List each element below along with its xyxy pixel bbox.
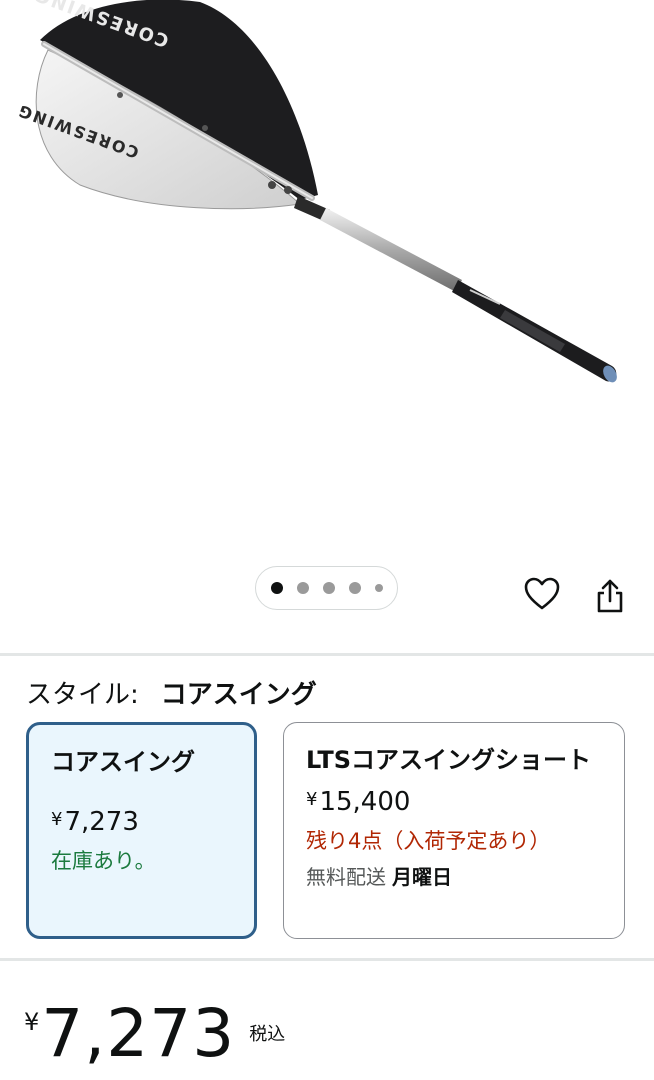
heart-icon xyxy=(524,577,560,610)
currency-symbol: ¥ xyxy=(306,789,318,810)
style-option-coreswing[interactable]: コアスイング ¥7,273 在庫あり。 xyxy=(26,722,257,939)
product-image[interactable]: CORESWING CORESWING xyxy=(0,0,654,560)
style-option-title: コアスイング xyxy=(51,748,195,776)
product-image-carousel[interactable]: CORESWING CORESWING xyxy=(0,0,654,640)
style-selector-label: スタイル: コアスイング xyxy=(26,674,317,711)
product-page: CORESWING CORESWING スタイル: コアスイング コアスイング … xyxy=(0,0,654,1080)
style-selected-value: コアスイング xyxy=(160,680,317,710)
image-pager[interactable] xyxy=(255,566,398,610)
share-icon xyxy=(597,579,623,613)
section-divider xyxy=(0,653,654,656)
pager-dot-1[interactable] xyxy=(270,582,283,594)
product-price: ¥ 7,273 税込 xyxy=(24,992,285,1076)
pager-dot-2[interactable] xyxy=(296,582,309,594)
style-label-text: スタイル: xyxy=(26,680,139,710)
style-option-lts-short[interactable]: LTSコアスイングショート ¥15,400 残り4点（入荷予定あり） 無料配送月… xyxy=(283,722,625,939)
wishlist-button[interactable] xyxy=(520,572,564,616)
currency-symbol: ¥ xyxy=(51,809,63,830)
style-option-price: ¥15,400 xyxy=(306,785,604,817)
style-option-price-value: 15,400 xyxy=(319,787,411,817)
stock-status: 在庫あり。 xyxy=(51,849,156,873)
delivery-label: 無料配送 xyxy=(306,865,386,889)
style-option-price: ¥7,273 xyxy=(51,805,234,837)
section-divider xyxy=(0,958,654,961)
delivery-info: 無料配送 月曜日 xyxy=(306,861,604,890)
price-currency: ¥ xyxy=(24,1008,40,1036)
pager-dot-4[interactable] xyxy=(348,582,361,594)
stock-status: 残り4点（入荷予定あり） xyxy=(306,829,551,853)
delivery-day: 月曜日 xyxy=(392,865,452,889)
share-button[interactable] xyxy=(588,574,632,618)
pager-dot-3[interactable] xyxy=(322,582,335,594)
style-option-price-value: 7,273 xyxy=(64,807,139,837)
price-amount: 7,273 xyxy=(41,995,236,1072)
style-option-title: LTSコアスイングショート xyxy=(306,746,591,774)
tax-included-note: 税込 xyxy=(249,1024,286,1045)
pager-dot-5[interactable] xyxy=(374,584,383,592)
